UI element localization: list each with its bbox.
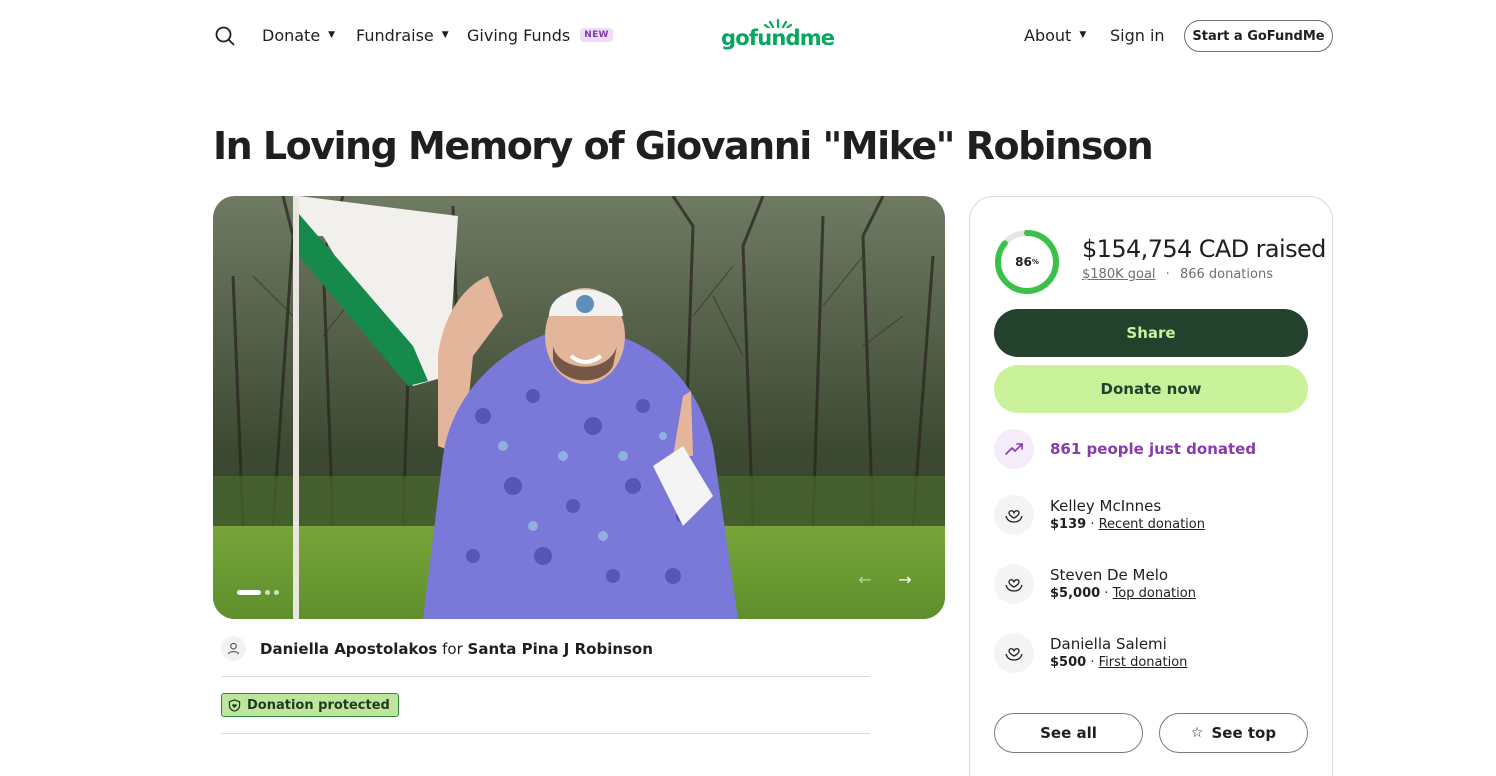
donor-meta: $500 · First donation: [1050, 655, 1188, 670]
donor-tag-link[interactable]: Top donation: [1113, 586, 1196, 601]
gofundme-logo[interactable]: gofundme: [721, 18, 835, 50]
nav-giving-funds[interactable]: Giving Funds NEW: [467, 24, 613, 46]
heart-hand-icon: [994, 564, 1034, 604]
donor-tag-link[interactable]: First donation: [1099, 655, 1188, 670]
search-icon[interactable]: [213, 24, 237, 48]
donor-amount: $5,000: [1050, 586, 1101, 601]
caret-down-icon: ▼: [441, 30, 449, 40]
see-top-label: See top: [1211, 724, 1277, 742]
donor-name: Daniella Salemi: [1050, 635, 1167, 653]
carousel-dot[interactable]: [237, 590, 261, 595]
start-gofundme-button[interactable]: Start a GoFundMe: [1184, 20, 1333, 52]
nav-giving-funds-label: Giving Funds: [467, 25, 571, 45]
new-badge: NEW: [580, 28, 613, 42]
user-avatar-icon: [221, 636, 246, 661]
donor-name: Kelley McInnes: [1050, 497, 1162, 515]
goal-line: $180K goal · 866 donations: [1082, 267, 1273, 282]
goal-link[interactable]: $180K goal: [1082, 267, 1156, 282]
caret-down-icon: ▼: [1079, 30, 1087, 40]
divider: [221, 676, 870, 677]
donate-now-button[interactable]: Donate now: [994, 365, 1308, 413]
see-all-label: See all: [1040, 724, 1097, 742]
arrow-left-icon[interactable]: ←: [855, 569, 875, 589]
trending-up-icon: [994, 429, 1034, 469]
donations-count: 866 donations: [1179, 267, 1273, 282]
nav-fundraise-label: Fundraise: [356, 25, 434, 45]
heart-hand-icon: [994, 633, 1034, 673]
nav-donate[interactable]: Donate ▼: [262, 24, 335, 46]
progress-percent: 86%: [994, 229, 1060, 295]
donor-amount: $500: [1050, 655, 1087, 670]
star-icon: ☆: [1190, 725, 1204, 741]
top-header: Donate ▼ Fundraise ▼ Giving Funds NEW go…: [0, 0, 1496, 72]
sign-in-label: Sign in: [1110, 25, 1165, 45]
nav-fundraise[interactable]: Fundraise ▼: [356, 24, 449, 46]
see-top-button[interactable]: ☆ See top: [1159, 713, 1308, 753]
see-all-button[interactable]: See all: [994, 713, 1143, 753]
caret-down-icon: ▼: [328, 30, 336, 40]
campaign-photo: [213, 196, 945, 619]
donation-card: 86% $154,754 CAD raised $180K goal · 866…: [969, 196, 1333, 776]
organizer-text: Daniella Apostolakos for Santa Pina J Ro…: [260, 640, 653, 658]
trending-text: 861 people just donated: [1050, 440, 1257, 458]
carousel-dot[interactable]: [274, 590, 279, 595]
divider: [221, 733, 870, 734]
carousel-dot[interactable]: [265, 590, 270, 595]
organizer-name[interactable]: Daniella Apostolakos: [260, 640, 437, 658]
arrow-right-icon[interactable]: →: [895, 569, 915, 589]
donor-amount: $139: [1050, 517, 1087, 532]
nav-about-label: About: [1024, 25, 1072, 45]
shield-icon: [228, 698, 241, 712]
organizer-line: Daniella Apostolakos for Santa Pina J Ro…: [221, 636, 653, 661]
donor-item: Daniella Salemi $500 · First donation: [994, 633, 1187, 673]
heart-hand-icon: [994, 495, 1034, 535]
progress-value: 86: [1015, 255, 1032, 269]
donor-item: Steven De Melo $5,000 · Top donation: [994, 564, 1196, 604]
donor-tag-link[interactable]: Recent donation: [1099, 517, 1205, 532]
donor-name: Steven De Melo: [1050, 566, 1169, 584]
donor-meta: $5,000 · Top donation: [1050, 586, 1196, 601]
carousel-dots[interactable]: [237, 590, 279, 595]
beneficiary-name[interactable]: Santa Pina J Robinson: [468, 640, 653, 658]
progress-unit: %: [1031, 258, 1039, 266]
page-title: In Loving Memory of Giovanni "Mike" Robi…: [213, 124, 1154, 168]
logo-text: gofundme: [721, 26, 835, 50]
nav-about[interactable]: About ▼: [1024, 24, 1086, 46]
donation-protected-badge[interactable]: Donation protected: [221, 693, 399, 717]
goal-separator: ·: [1165, 267, 1170, 282]
donation-protected-label: Donation protected: [247, 697, 390, 713]
share-button[interactable]: Share: [994, 309, 1308, 357]
donor-item: Kelley McInnes $139 · Recent donation: [994, 495, 1205, 535]
sign-in-link[interactable]: Sign in: [1110, 24, 1165, 46]
for-word: for: [442, 639, 463, 658]
progress-ring: 86%: [994, 229, 1060, 295]
amount-raised: $154,754 CAD raised: [1082, 235, 1326, 263]
trending-donations: 861 people just donated: [994, 429, 1256, 469]
campaign-photo-carousel[interactable]: ← →: [213, 196, 945, 619]
nav-donate-label: Donate: [262, 25, 321, 45]
donor-meta: $139 · Recent donation: [1050, 517, 1205, 532]
